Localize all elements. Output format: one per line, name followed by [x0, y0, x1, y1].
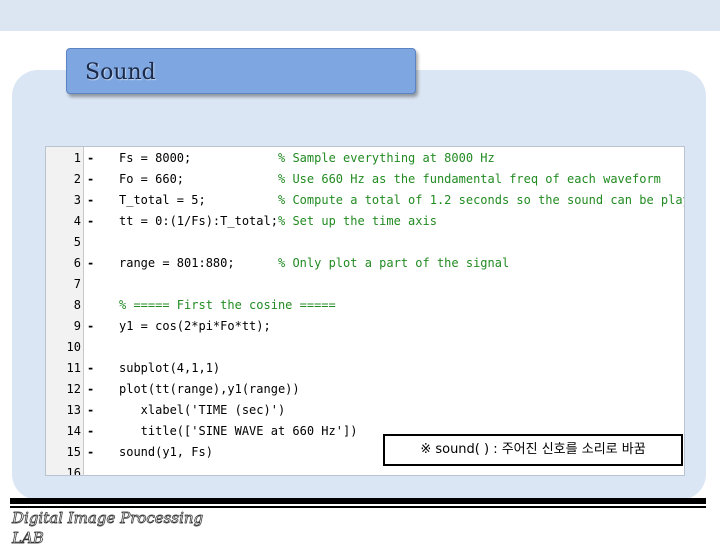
code-statement: y1 = cos(2*pi*Fo*tt); [119, 319, 271, 333]
line-number: 2 [73, 172, 81, 186]
code-statement: plot(tt(range),y1(range)) [119, 382, 300, 396]
code-statement: T_total = 5; [119, 193, 206, 207]
footer-rule-thick [10, 498, 706, 504]
line-number: 15 [66, 445, 81, 459]
code-statement: xlabel('TIME (sec)') [119, 403, 286, 417]
line-number: 13 [66, 403, 81, 417]
line-number: 12 [66, 382, 81, 396]
code-text: Fo = 660; [119, 169, 184, 190]
line-number: 5 [73, 235, 81, 249]
code-statement: tt = 0:(1/Fs):T_total; [119, 214, 278, 228]
code-comment: % Compute a total of 1.2 seconds so the … [278, 193, 685, 207]
line-number: 16 [66, 466, 81, 476]
line-number: 14 [66, 424, 81, 438]
line-number: 8 [73, 298, 81, 312]
line-number: 6 [73, 256, 81, 270]
line-number: 3 [73, 193, 81, 207]
slide-title: Sound [85, 60, 156, 85]
code-line: 1- Fs = 8000; % Sample everything at 8000 … [46, 148, 684, 169]
code-text: tt = 0:(1/Fs):T_total; [119, 211, 278, 232]
code-text: title(['SINE WAVE at 660 Hz']) [119, 421, 358, 442]
breakpoint-dash[interactable]: - [87, 169, 94, 190]
code-comment: % Sample everything at 8000 Hz [278, 151, 495, 165]
code-statement: title(['SINE WAVE at 660 Hz']) [119, 424, 358, 438]
code-line: 6- range = 801:880; % Only plot a part of … [46, 253, 684, 274]
line-number: 11 [66, 361, 81, 375]
breakpoint-dash[interactable]: - [87, 358, 94, 379]
code-line: 3- T_total = 5; % Compute a total of 1.2 s… [46, 190, 685, 211]
code-comment: % Set up the time axis [278, 214, 437, 228]
code-comment: % Only plot a part of the signal [278, 256, 510, 270]
footer-line-1: Digital Image Processing [12, 509, 204, 528]
breakpoint-dash[interactable]: - [87, 316, 94, 337]
line-number: 9 [73, 319, 81, 333]
code-comment: % Use 660 Hz as the fundamental freq of … [278, 172, 661, 186]
code-statement: Fs = 8000; [119, 151, 192, 165]
footer-text: Digital Image Processing LAB [12, 508, 312, 548]
line-number: 10 [66, 340, 81, 354]
code-line: 10 [46, 337, 684, 358]
breakpoint-dash[interactable]: - [87, 253, 94, 274]
code-text: Fs = 8000; [119, 148, 191, 169]
breakpoint-dash[interactable]: - [87, 421, 94, 442]
code-text: T_total = 5; [119, 190, 206, 211]
code-text: xlabel('TIME (sec)') [119, 400, 286, 421]
code-statement: sound(y1, Fs) [119, 445, 213, 459]
code-statement: range = 801:880; [119, 256, 235, 270]
code-editor: 1- Fs = 8000;% Sample everything at 8000 … [45, 146, 685, 476]
footer-line-2: LAB [12, 529, 45, 548]
code-line: 12- plot(tt(range),y1(range)) [46, 379, 684, 400]
code-line: 2- Fo = 660; % Use 660 Hz as the fundament… [46, 169, 684, 190]
code-line: 5 [46, 232, 684, 253]
breakpoint-dash[interactable]: - [87, 400, 94, 421]
code-line: 9- y1 = cos(2*pi*Fo*tt); [46, 316, 684, 337]
slide-title-box: Sound [66, 48, 416, 94]
sound-function-note: ※ sound( ) : 주어진 신호를 소리로 바꿈 [383, 434, 683, 466]
top-band [0, 0, 720, 31]
breakpoint-dash[interactable]: - [87, 211, 94, 232]
code-text: sound(y1, Fs) [119, 442, 213, 463]
code-statement: subplot(4,1,1) [119, 361, 221, 375]
code-line: 11- subplot(4,1,1) [46, 358, 684, 379]
line-number: 7 [73, 277, 81, 291]
code-text: plot(tt(range),y1(range)) [119, 379, 300, 400]
code-line: 8 % ===== First the cosine ===== [46, 295, 684, 316]
code-line: 13- xlabel('TIME (sec)') [46, 400, 684, 421]
code-line: 4- tt = 0:(1/Fs):T_total;% Set up the tim… [46, 211, 684, 232]
line-number: 1 [73, 151, 81, 165]
breakpoint-dash[interactable]: - [87, 379, 94, 400]
breakpoint-dash[interactable]: - [87, 442, 94, 463]
code-text: range = 801:880; [119, 253, 235, 274]
code-statement: Fo = 660; [119, 172, 185, 186]
code-line: 7 [46, 274, 684, 295]
line-number: 4 [73, 214, 81, 228]
code-text: subplot(4,1,1) [119, 358, 220, 379]
breakpoint-dash[interactable]: - [87, 190, 94, 211]
code-text: y1 = cos(2*pi*Fo*tt); [119, 316, 271, 337]
code-comment: % ===== First the cosine ===== [119, 298, 336, 312]
breakpoint-dash[interactable]: - [87, 148, 94, 169]
